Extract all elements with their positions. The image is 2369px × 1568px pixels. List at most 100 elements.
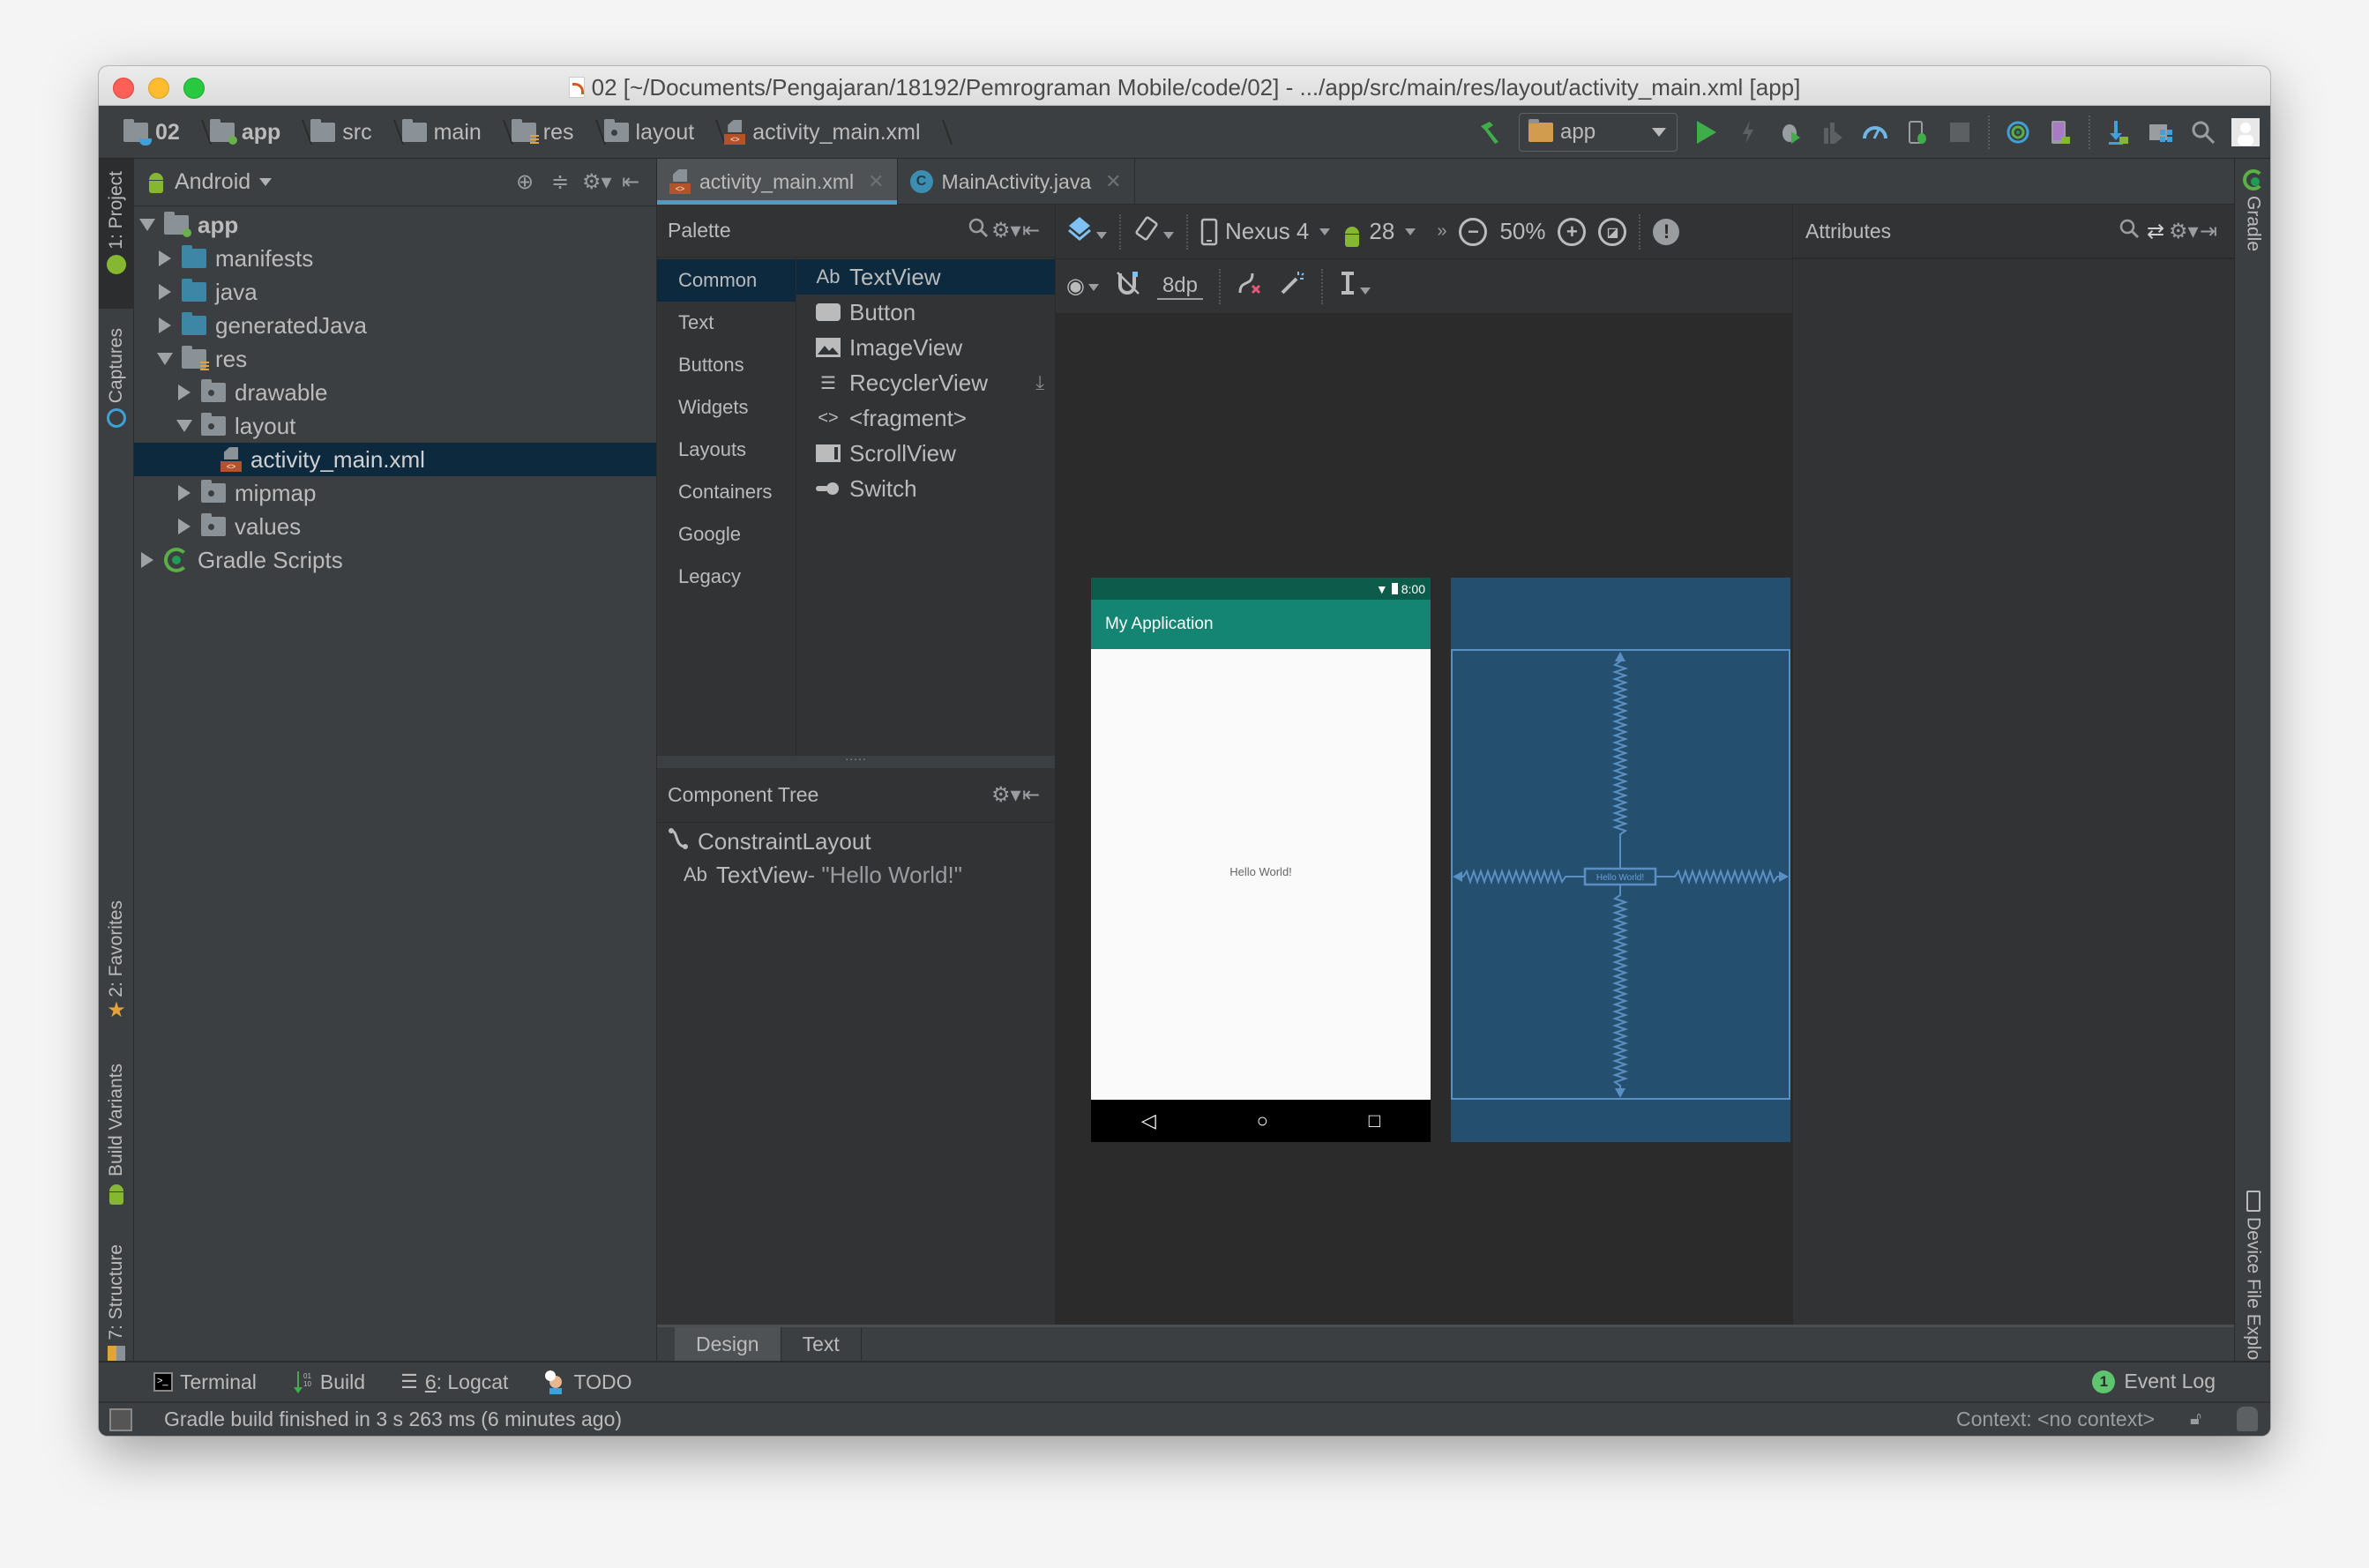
more-options-icon[interactable]: » (1437, 221, 1446, 242)
tree-item-activity-main-xml[interactable]: activity_main.xml (134, 443, 656, 476)
tab-build-variants[interactable]: Build Variants (99, 1058, 134, 1226)
tab-main-activity-java[interactable]: C MainActivity.java ✕ (898, 159, 1135, 205)
gear-icon[interactable]: ⚙▾ (2169, 219, 2199, 244)
tab-gradle[interactable]: Gradle (2235, 169, 2270, 275)
gear-icon[interactable]: ⚙▾ (582, 169, 612, 195)
default-margin-selector[interactable]: 8dp (1156, 273, 1203, 300)
expand-arrow-icon[interactable] (157, 250, 173, 266)
tool-logcat[interactable]: ☰ 6: Logcat (400, 1370, 508, 1394)
avd-manager-icon[interactable] (2046, 118, 2074, 146)
device-selector[interactable]: Nexus 4 (1200, 218, 1331, 246)
run-icon[interactable] (1692, 118, 1720, 146)
palette-category-text[interactable]: Text (657, 302, 796, 344)
palette-category-containers[interactable]: Containers (657, 471, 796, 513)
orientation-selector[interactable] (1133, 215, 1174, 248)
user-icon[interactable] (2231, 118, 2260, 146)
apply-changes-icon[interactable] (1734, 118, 1762, 146)
tool-build[interactable]: 01 10 Build (292, 1370, 365, 1394)
tab-captures[interactable]: Captures (99, 319, 134, 469)
hide-panel-icon[interactable]: ⇤ (1018, 218, 1044, 243)
palette-category-common[interactable]: Common (657, 259, 796, 302)
tree-item-res[interactable]: res (134, 342, 656, 376)
tree-item-mipmap[interactable]: mipmap (134, 476, 656, 510)
tree-item-app[interactable]: app (134, 208, 656, 242)
palette-item-imageview[interactable]: ImageView (796, 330, 1055, 365)
gear-icon[interactable]: ⚙▾ (991, 218, 1021, 243)
tree-item-gradle-scripts[interactable]: Gradle Scripts (134, 543, 656, 577)
close-icon[interactable]: ✕ (1105, 170, 1121, 193)
breadcrumb-item-src[interactable]: src (302, 119, 380, 146)
build-hammer-icon[interactable] (1476, 118, 1505, 146)
expand-arrow-icon[interactable] (139, 217, 155, 233)
hide-panel-icon[interactable]: ⇤ (1018, 782, 1044, 808)
zoom-out-icon[interactable]: − (1459, 217, 1488, 246)
tree-item-drawable[interactable]: drawable (134, 376, 656, 409)
attach-debugger-icon[interactable] (1903, 118, 1932, 146)
zoom-to-fit-icon[interactable]: ◪ (1598, 217, 1627, 246)
tab-design[interactable]: Design (675, 1327, 781, 1361)
tool-event-log[interactable]: 1 Event Log (2092, 1370, 2216, 1393)
design-mode-selector[interactable] (1066, 215, 1107, 248)
status-message[interactable]: Gradle build finished in 3 s 263 ms (6 m… (164, 1407, 622, 1431)
expand-arrow-icon[interactable] (176, 385, 192, 400)
tool-terminal[interactable]: >_ Terminal (153, 1370, 257, 1394)
palette-category-buttons[interactable]: Buttons (657, 344, 796, 386)
blueprint-preview[interactable]: Hello World! (1451, 578, 1790, 1142)
palette-category-legacy[interactable]: Legacy (657, 556, 796, 598)
sdk-manager-icon[interactable] (2104, 118, 2133, 146)
expand-arrow-icon[interactable] (157, 351, 173, 367)
hide-panel-icon[interactable]: ⇥ (2195, 219, 2222, 244)
expand-arrow-icon[interactable] (176, 519, 192, 534)
zoom-in-icon[interactable]: + (1558, 217, 1587, 246)
breadcrumb-item-app[interactable]: app (201, 119, 289, 146)
breadcrumb-item-res[interactable]: res (503, 119, 583, 146)
tree-item-generated-java[interactable]: generatedJava (134, 309, 656, 342)
hide-panel-icon[interactable]: ⇤ (617, 169, 644, 195)
debug-icon[interactable] (1776, 118, 1805, 146)
download-icon[interactable]: ⤓ (1035, 371, 1044, 394)
tab-activity-main-xml[interactable]: activity_main.xml ✕ (657, 159, 898, 205)
autoconnect-toggle[interactable] (1115, 270, 1141, 302)
component-constraint-layout[interactable]: ConstraintLayout (657, 825, 1055, 858)
palette-category-widgets[interactable]: Widgets (657, 386, 796, 429)
tab-project[interactable]: 1: Project (99, 159, 134, 309)
panel-splitter[interactable] (657, 756, 1055, 768)
guidelines-button[interactable] (1339, 270, 1371, 302)
design-preview[interactable]: ▼ 8:00 My Application Hello World! ◁ ○ □ (1091, 578, 1431, 1142)
expand-arrow-icon[interactable] (176, 418, 192, 434)
expand-arrow-icon[interactable] (139, 552, 155, 568)
tool-todo[interactable]: TODO (543, 1370, 631, 1394)
search-everywhere-icon[interactable] (2189, 118, 2217, 146)
tree-item-values[interactable]: values (134, 510, 656, 543)
search-icon[interactable] (2116, 218, 2142, 245)
lock-icon[interactable]: 🔓︎ (2190, 1409, 2201, 1430)
palette-category-layouts[interactable]: Layouts (657, 429, 796, 471)
locate-file-icon[interactable]: ⊕ (512, 169, 538, 195)
project-structure-icon[interactable] (2147, 118, 2175, 146)
breadcrumb-item-activity-main[interactable]: activity_main.xml (715, 120, 929, 146)
tree-item-layout[interactable]: layout (134, 409, 656, 443)
collapse-all-icon[interactable]: ≑ (547, 169, 573, 195)
palette-item-fragment[interactable]: <> <fragment> (796, 400, 1055, 436)
palette-item-switch[interactable]: Switch (796, 471, 1055, 506)
palette-item-scrollview[interactable]: ScrollView (796, 436, 1055, 471)
expand-arrow-icon[interactable] (176, 485, 192, 501)
toggle-tool-windows-icon[interactable] (109, 1407, 132, 1431)
tree-item-manifests[interactable]: manifests (134, 242, 656, 275)
stop-icon[interactable] (1946, 118, 1974, 146)
run-configuration-dropdown[interactable]: app (1519, 113, 1678, 152)
search-icon[interactable] (965, 217, 991, 244)
tab-text[interactable]: Text (781, 1327, 862, 1361)
profile-icon[interactable] (1861, 118, 1889, 146)
breadcrumb-item-layout[interactable]: layout (595, 119, 704, 146)
coverage-icon[interactable] (1819, 118, 1847, 146)
breadcrumb-item-main[interactable]: main (393, 119, 490, 146)
context-indicator[interactable]: Context: <no context> (1956, 1407, 2155, 1431)
palette-item-button[interactable]: Button (796, 295, 1055, 330)
warnings-icon[interactable]: ! (1653, 218, 1680, 245)
breadcrumb-item-02[interactable]: 02 (115, 119, 189, 146)
inspector-icon[interactable] (2237, 1407, 2258, 1431)
palette-item-textview[interactable]: Ab TextView (796, 259, 1055, 295)
api-level-selector[interactable]: 28 (1342, 218, 1416, 247)
tab-favorites[interactable]: 2: Favorites ★ (99, 895, 134, 1036)
